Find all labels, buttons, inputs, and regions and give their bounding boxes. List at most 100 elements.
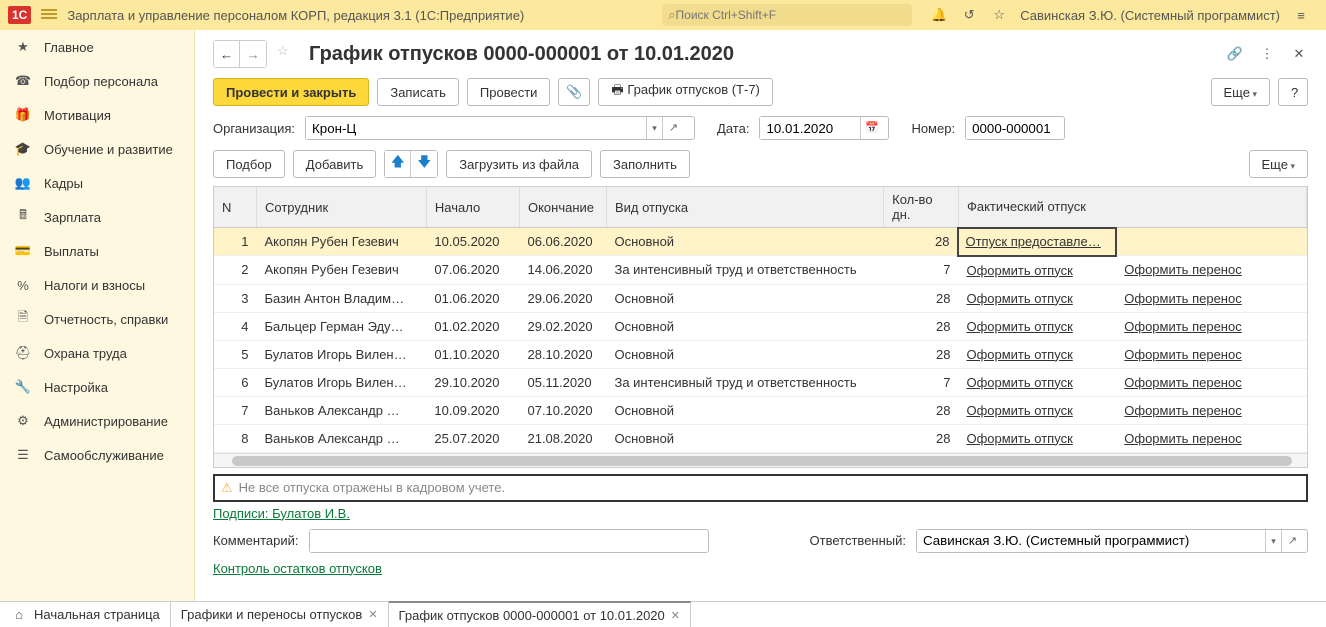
table-cell: Акопян Рубен Гезевич (256, 228, 426, 256)
sidebar-item-recruit[interactable]: ☎Подбор персонала (0, 64, 194, 98)
col-actual[interactable]: Фактический отпуск (958, 187, 1306, 228)
col-start[interactable]: Начало (426, 187, 519, 228)
col-type[interactable]: Вид отпуска (606, 187, 883, 228)
resp-open-icon[interactable]: ↗ (1281, 530, 1303, 552)
sidebar-item-safety[interactable]: ⛑ Охрана труда (0, 336, 194, 370)
sidebar-item-main[interactable]: ★Главное (0, 30, 194, 64)
table-cell: 1 (214, 228, 256, 256)
select-button[interactable]: Подбор (213, 150, 285, 178)
fill-button[interactable]: Заполнить (600, 150, 690, 178)
move-down-button[interactable]: 🡇 (411, 151, 437, 177)
action-vacation-link[interactable]: Оформить отпуск (966, 431, 1072, 446)
menu-lines-icon[interactable]: ≡ (1292, 6, 1310, 24)
action-transfer-link[interactable]: Оформить перенос (1124, 262, 1241, 277)
nav-fwd-button[interactable]: → (240, 41, 266, 67)
action-transfer-link[interactable]: Оформить перенос (1124, 347, 1241, 362)
shield-icon: ⛑ (14, 344, 32, 362)
post-button[interactable]: Провести (467, 78, 551, 106)
favorite-star-icon[interactable]: ☆ (277, 43, 299, 65)
action-vacation-link[interactable]: Оформить отпуск (966, 291, 1072, 306)
table-cell: Оформить перенос (1116, 340, 1306, 368)
comment-label: Комментарий: (213, 533, 299, 548)
history-icon[interactable]: ↺ (960, 6, 978, 24)
control-link[interactable]: Контроль остатков отпусков (213, 561, 382, 576)
action-vacation-link[interactable]: Оформить отпуск (966, 319, 1072, 334)
col-n[interactable]: N (214, 187, 256, 228)
action-transfer-link[interactable]: Оформить перенос (1124, 375, 1241, 390)
table-row[interactable]: 5Булатов Игорь Вилен…01.10.202028.10.202… (214, 340, 1307, 368)
link-icon[interactable]: 🔗 (1226, 45, 1244, 63)
nav-back-button[interactable]: ← (214, 41, 240, 67)
load-file-button[interactable]: Загрузить из файла (446, 150, 592, 178)
sidebar-item-payments[interactable]: 💳Выплаты (0, 234, 194, 268)
table-cell: 28.10.2020 (519, 340, 606, 368)
add-button[interactable]: Добавить (293, 150, 376, 178)
table-cell: 14.06.2020 (519, 256, 606, 285)
search-box[interactable]: ⌕ (662, 4, 912, 26)
toolbar-more-button[interactable]: Еще (1211, 78, 1270, 106)
star-icon[interactable]: ☆ (990, 6, 1008, 24)
calendar-icon[interactable]: 📅 (860, 117, 882, 139)
sidebar-item-hr[interactable]: 👥Кадры (0, 166, 194, 200)
action-vacation-link[interactable]: Оформить отпуск (966, 347, 1072, 362)
tab-current-doc[interactable]: График отпусков 0000-000001 от 10.01.202… (389, 601, 691, 627)
search-input[interactable] (676, 8, 907, 22)
close-icon[interactable]: ✕ (1290, 45, 1308, 63)
table-row[interactable]: 7Ваньков Александр …10.09.202007.10.2020… (214, 396, 1307, 424)
tab-close-icon[interactable]: ✕ (368, 608, 377, 621)
comment-input[interactable] (310, 530, 704, 552)
action-vacation-link[interactable]: Оформить отпуск (966, 403, 1072, 418)
col-end[interactable]: Окончание (519, 187, 606, 228)
number-input[interactable] (966, 117, 1060, 139)
sidebar-item-settings[interactable]: 🔧Настройка (0, 370, 194, 404)
sidebar-item-selfservice[interactable]: ☰Самообслуживание (0, 438, 194, 472)
col-days[interactable]: Кол-во дн. (884, 187, 959, 228)
col-emp[interactable]: Сотрудник (256, 187, 426, 228)
action-transfer-link[interactable]: Оформить перенос (1124, 403, 1241, 418)
table-row[interactable]: 2Акопян Рубен Гезевич07.06.202014.06.202… (214, 256, 1307, 285)
table-row[interactable]: 8Ваньков Александр …25.07.202021.08.2020… (214, 424, 1307, 452)
org-dropdown-icon[interactable]: ▾ (646, 117, 662, 139)
date-input[interactable] (760, 117, 860, 139)
action-transfer-link[interactable]: Оформить перенос (1124, 319, 1241, 334)
print-t7-button[interactable]: 🖶 График отпусков (Т-7) (598, 78, 772, 106)
signatures-link[interactable]: Подписи: Булатов И.В. (213, 506, 350, 521)
sidebar-item-salary[interactable]: 🖩Зарплата (0, 200, 194, 234)
sidebar-item-admin[interactable]: ⚙Администрирование (0, 404, 194, 438)
table-cell: Оформить отпуск (958, 424, 1116, 452)
attach-button[interactable]: 📎 (558, 78, 590, 106)
action-transfer-link[interactable]: Оформить перенос (1124, 291, 1241, 306)
post-and-close-button[interactable]: Провести и закрыть (213, 78, 369, 106)
table-row[interactable]: 4Бальцер Герман Эду…01.02.202029.02.2020… (214, 312, 1307, 340)
resp-dropdown-icon[interactable]: ▾ (1265, 530, 1281, 552)
org-open-icon[interactable]: ↗ (662, 117, 684, 139)
action-vacation-link[interactable]: Оформить отпуск (966, 375, 1072, 390)
sidebar-item-taxes[interactable]: %Налоги и взносы (0, 268, 194, 302)
write-button[interactable]: Записать (377, 78, 459, 106)
burger-icon[interactable] (41, 9, 57, 21)
tab-schedules[interactable]: Графики и переносы отпусков ✕ (171, 602, 389, 627)
table-more-button[interactable]: Еще (1249, 150, 1308, 178)
table-cell: Булатов Игорь Вилен… (256, 368, 426, 396)
action-transfer-link[interactable]: Оформить перенос (1124, 431, 1241, 446)
tab-close-icon[interactable]: ✕ (671, 609, 680, 622)
horizontal-scrollbar[interactable] (214, 453, 1307, 467)
resp-input[interactable] (917, 530, 1265, 552)
sidebar-item-reports[interactable]: 🗎Отчетность, справки (0, 302, 194, 336)
action-vacation-link[interactable]: Оформить отпуск (966, 263, 1072, 278)
sidebar-item-motivation[interactable]: 🎁Мотивация (0, 98, 194, 132)
document-icon: 🗎 (14, 310, 32, 328)
current-user[interactable]: Савинская З.Ю. (Системный программист) (1020, 8, 1280, 23)
kebab-icon[interactable]: ⋮ (1258, 45, 1276, 63)
sidebar-item-training[interactable]: 🎓Обучение и развитие (0, 132, 194, 166)
org-input[interactable] (306, 117, 646, 139)
bell-icon[interactable]: 🔔 (930, 6, 948, 24)
help-button[interactable]: ? (1278, 78, 1308, 106)
table-row[interactable]: 3Базин Антон Владим…01.06.202029.06.2020… (214, 284, 1307, 312)
table-row[interactable]: 1Акопян Рубен Гезевич10.05.202006.06.202… (214, 228, 1307, 256)
action-vacation-link[interactable]: Отпуск предоставле… (965, 234, 1100, 249)
table-row[interactable]: 6Булатов Игорь Вилен…29.10.202005.11.202… (214, 368, 1307, 396)
tab-home[interactable]: ⌂ Начальная страница (0, 602, 171, 627)
sidebar-item-label: Охрана труда (44, 346, 127, 361)
move-up-button[interactable]: 🡅 (385, 151, 411, 177)
